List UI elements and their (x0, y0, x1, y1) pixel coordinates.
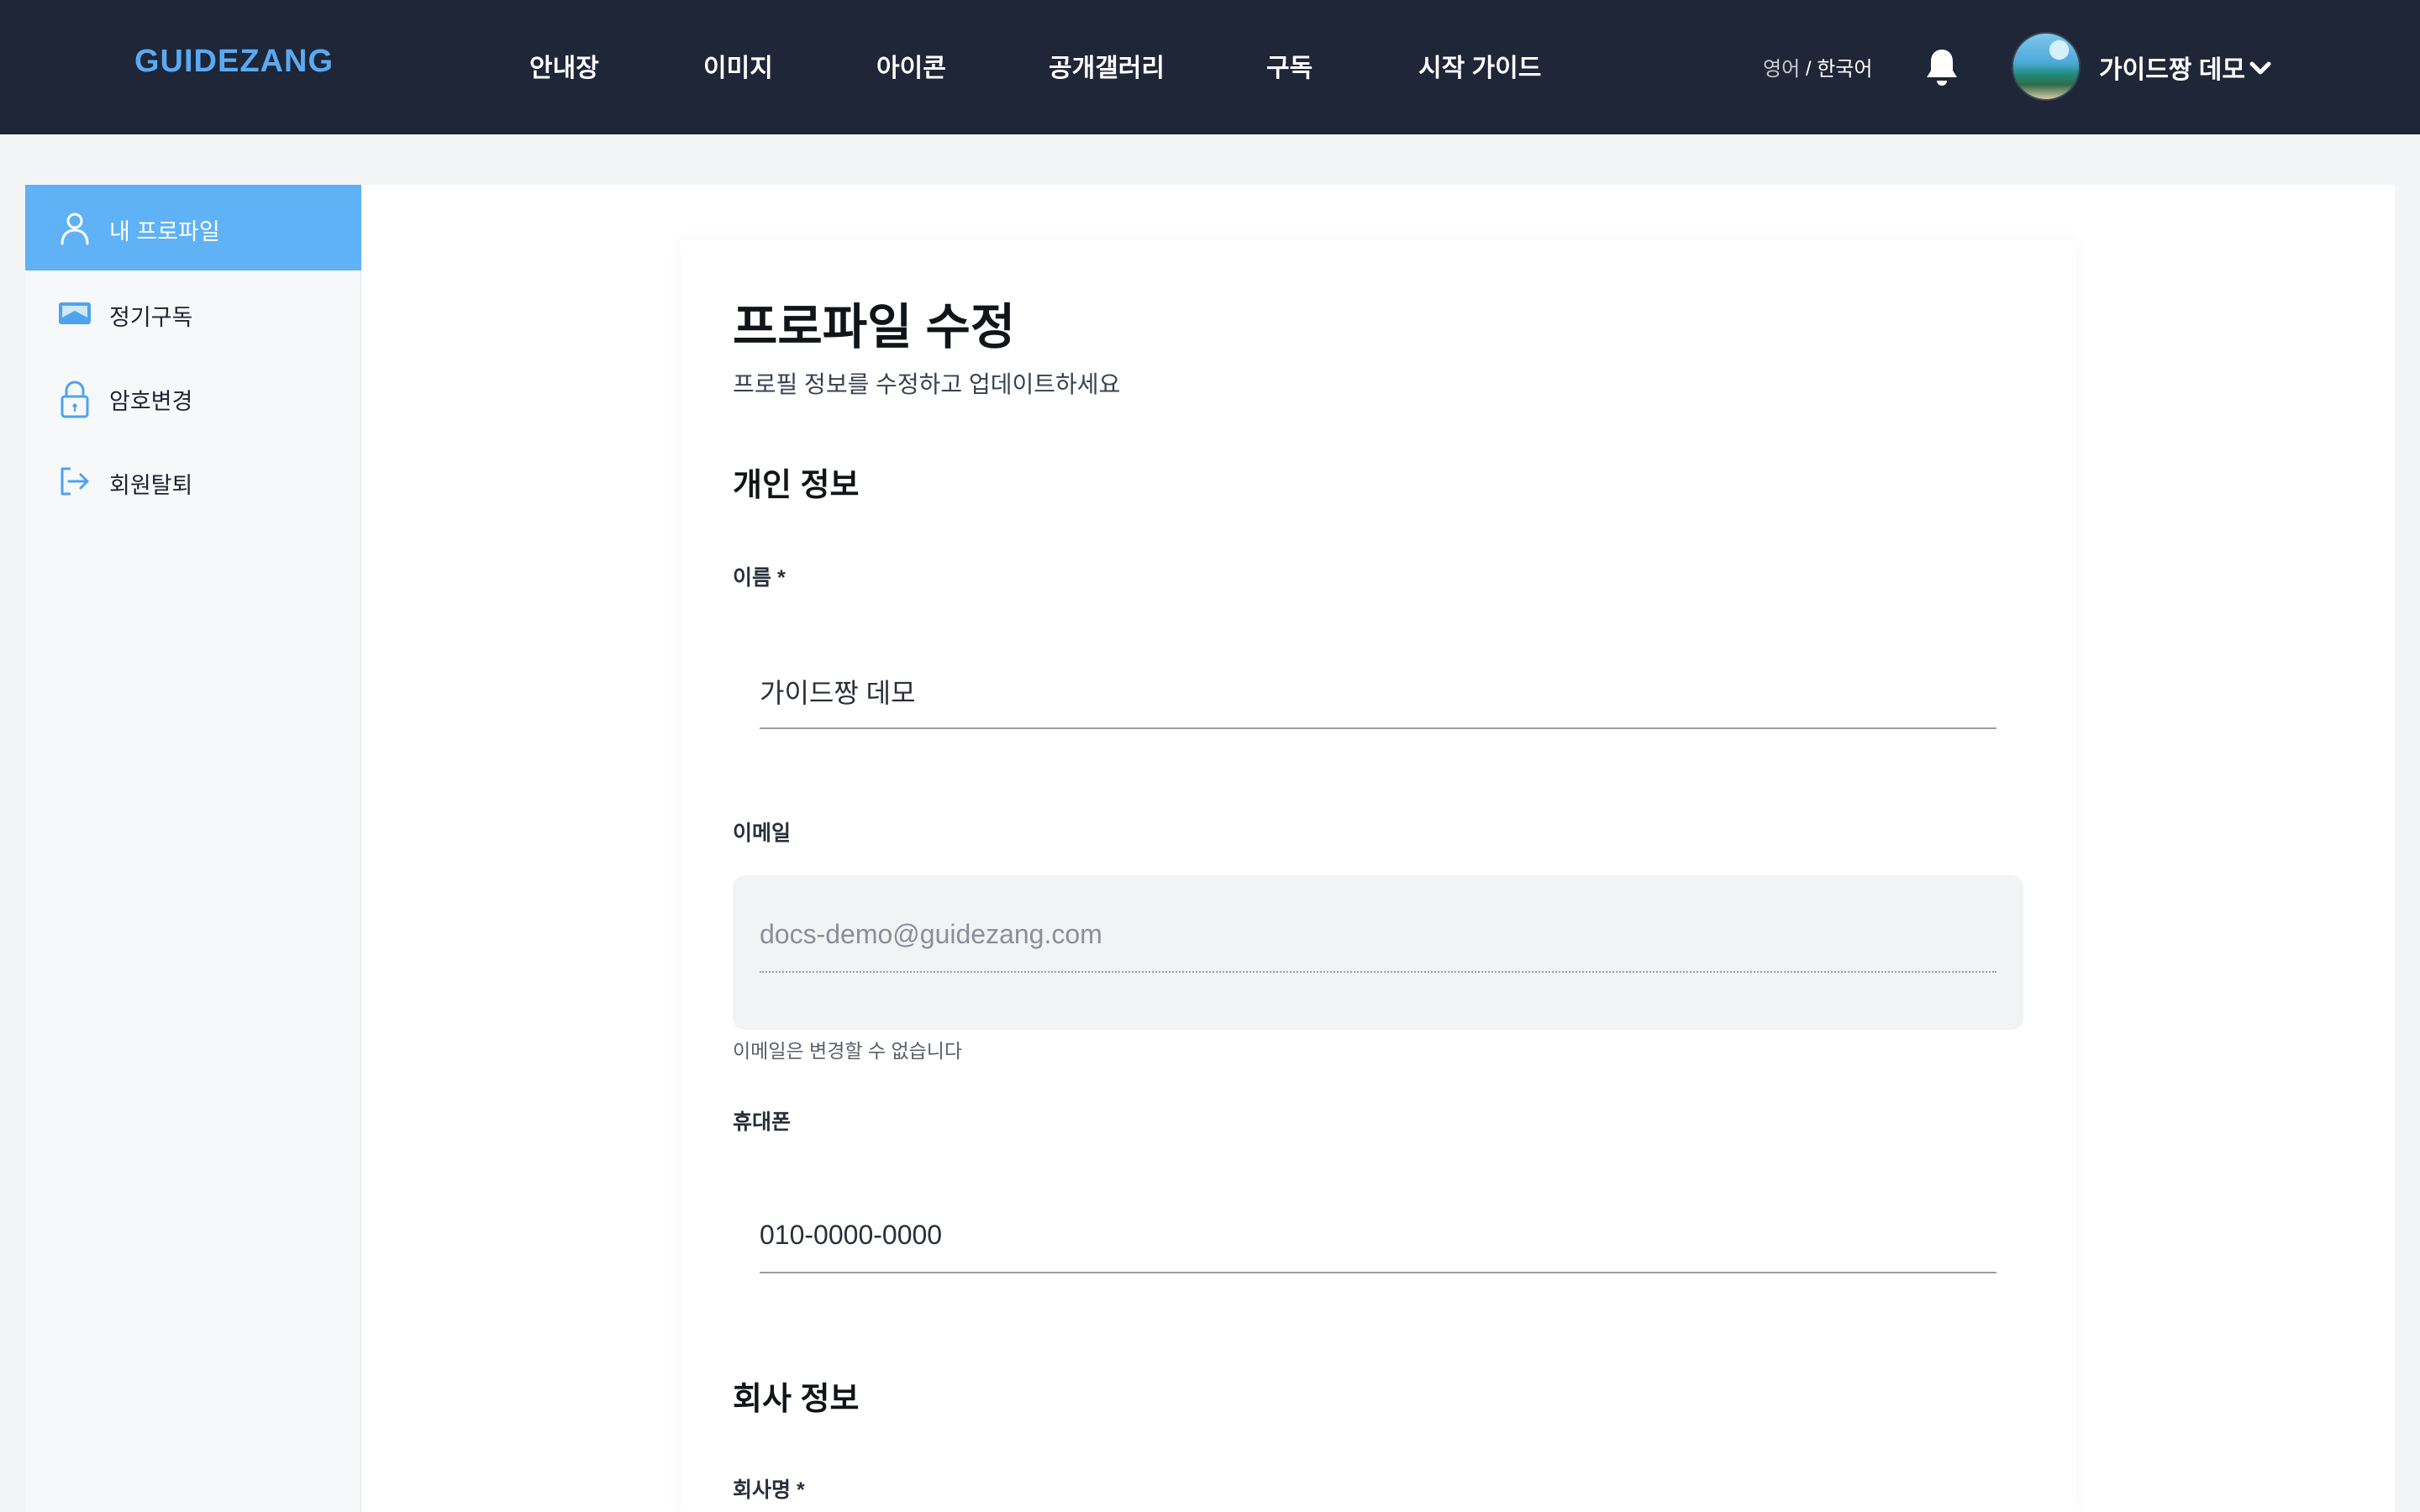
page-title: 프로파일 수정 (733, 300, 1016, 354)
lang-english[interactable]: 영어 (1763, 58, 1800, 81)
user-name[interactable]: 가이드짱 데모 (2099, 49, 2245, 86)
email-field (733, 875, 2023, 1030)
name-input[interactable] (760, 675, 1995, 706)
sidebar-item-change-password[interactable]: 암호변경 (25, 354, 361, 440)
input-underline (760, 727, 1996, 729)
sidebar-item-withdraw[interactable]: 회원탈퇴 (25, 438, 361, 524)
nav-item-subscribe[interactable]: 구독 (1266, 47, 1313, 84)
section-title-company: 회사 정보 (733, 1382, 860, 1417)
sidebar-item-label: 회원탈퇴 (109, 473, 193, 498)
name-label: 이름 * (733, 566, 786, 590)
subscription-card-icon (57, 296, 92, 331)
company-name-label: 회사명 * (733, 1478, 805, 1502)
input-underline (760, 971, 1996, 973)
phone-input[interactable] (760, 1220, 1995, 1251)
lock-icon (57, 380, 92, 418)
section-title-personal: 개인 정보 (733, 468, 860, 503)
phone-field (733, 1176, 2023, 1331)
name-field (733, 632, 2023, 786)
page-subtitle: 프로필 정보를 수정하고 업데이트하세요 (733, 371, 1121, 397)
bell-icon[interactable] (1924, 47, 1960, 87)
logout-icon (57, 464, 92, 499)
nav-item-images[interactable]: 이미지 (703, 47, 773, 84)
lang-korean[interactable]: 한국어 (1817, 58, 1872, 81)
chevron-down-icon[interactable] (2249, 59, 2272, 77)
sidebar-item-label: 내 프로파일 (109, 219, 220, 244)
nav-item-icons[interactable]: 아이콘 (876, 47, 946, 84)
nav-item-guides[interactable]: 안내장 (529, 47, 599, 84)
sidebar-item-label: 암호변경 (109, 389, 193, 414)
input-underline (760, 1272, 1996, 1273)
email-label: 이메일 (733, 822, 792, 845)
top-navigation-bar: GUIDEZANG 안내장 이미지 아이콘 공개갤러리 구독 시작 가이드 영어… (0, 0, 2420, 134)
logo[interactable]: GUIDEZANG (134, 44, 334, 80)
nav-item-getting-started[interactable]: 시작 가이드 (1418, 47, 1541, 84)
nav-item-public-gallery[interactable]: 공개갤러리 (1049, 47, 1165, 84)
language-switcher: 영어 / 한국어 (1763, 52, 1872, 81)
lang-separator: / (1800, 58, 1818, 81)
sidebar-item-my-profile[interactable]: 내 프로파일 (25, 185, 361, 270)
avatar[interactable] (2012, 32, 2081, 101)
phone-label: 휴대폰 (733, 1110, 792, 1134)
email-helper-text: 이메일은 변경할 수 없습니다 (733, 1040, 963, 1062)
sidebar: 내 프로파일 정기구독 암호변경 회원탈퇴 (25, 185, 361, 1512)
email-input (760, 919, 1995, 950)
user-icon (57, 210, 92, 245)
sidebar-item-label: 정기구독 (109, 305, 193, 330)
sidebar-item-subscription[interactable]: 정기구독 (25, 270, 361, 356)
